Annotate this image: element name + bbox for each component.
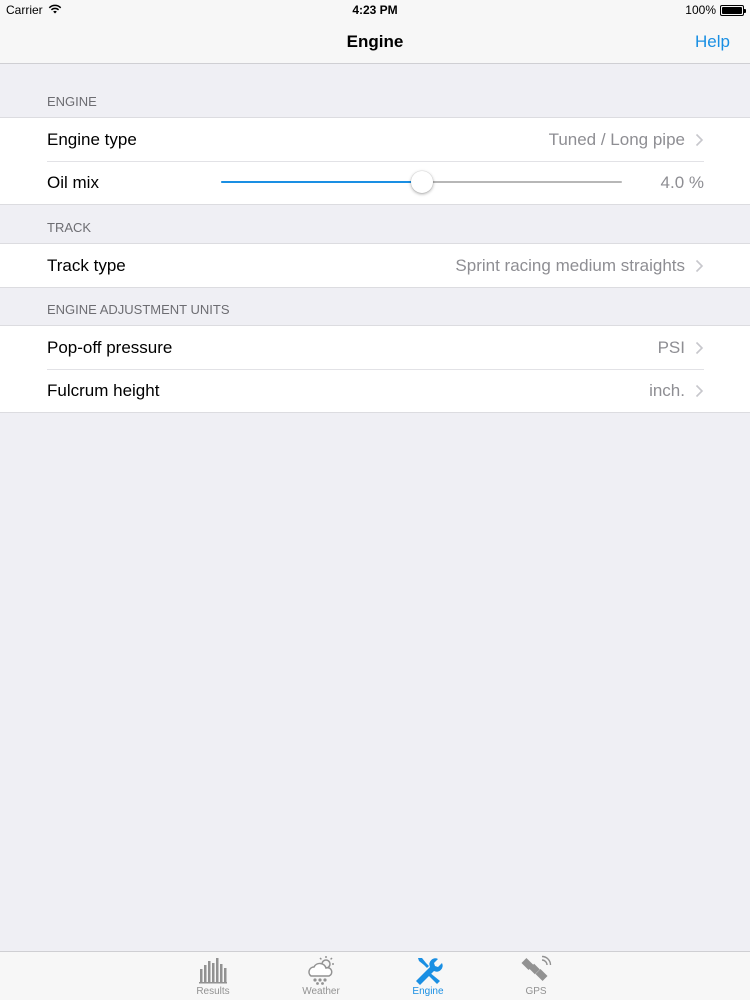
track-type-label: Track type — [47, 255, 126, 275]
tab-label: Results — [196, 986, 230, 997]
engine-group: Engine type Tuned / Long pipe Oil mix 4.… — [0, 117, 750, 205]
track-group: Track type Sprint racing medium straight… — [0, 243, 750, 288]
tab-results[interactable]: Results — [173, 955, 253, 999]
tab-gps[interactable]: GPS — [496, 955, 576, 999]
section-header-units: ENGINE ADJUSTMENT UNITS — [0, 288, 750, 325]
slider-fill — [221, 181, 422, 183]
section-header-engine: ENGINE — [0, 64, 750, 117]
tab-label: Weather — [302, 986, 340, 997]
oil-mix-value: 4.0 % — [660, 172, 704, 192]
section-header-track: TRACK — [0, 205, 750, 243]
settings-list: ENGINE Engine type Tuned / Long pipe Oil… — [0, 64, 750, 413]
track-type-row[interactable]: Track type Sprint racing medium straight… — [0, 244, 750, 287]
battery-percent: 100% — [685, 3, 716, 17]
oil-mix-slider[interactable] — [221, 168, 622, 196]
chevron-right-icon — [695, 259, 704, 273]
wrench-screwdriver-icon — [412, 955, 444, 985]
fulcrum-height-row[interactable]: Fulcrum height inch. — [0, 369, 750, 412]
track-type-value: Sprint racing medium straights — [455, 255, 685, 275]
status-bar: Carrier 4:23 PM 100% — [0, 0, 750, 20]
chevron-right-icon — [695, 133, 704, 147]
navigation-bar: Engine Help — [0, 20, 750, 64]
tab-weather[interactable]: Weather — [281, 955, 361, 999]
slider-thumb[interactable] — [410, 171, 433, 193]
tab-label: Engine — [412, 986, 444, 997]
page-title: Engine — [346, 32, 404, 51]
engine-type-row[interactable]: Engine type Tuned / Long pipe — [0, 118, 750, 161]
section-header-label: ENGINE — [47, 94, 97, 109]
pop-off-pressure-label: Pop-off pressure — [47, 337, 173, 357]
bar-chart-icon — [197, 955, 229, 985]
tab-engine[interactable]: Engine — [388, 955, 468, 999]
fulcrum-height-label: Fulcrum height — [47, 380, 160, 400]
oil-mix-row: Oil mix 4.0 % — [0, 161, 750, 204]
section-header-label: ENGINE ADJUSTMENT UNITS — [47, 302, 230, 317]
section-header-label: TRACK — [47, 220, 92, 235]
status-right: 100% — [685, 3, 746, 17]
tab-label: GPS — [525, 986, 547, 997]
pop-off-pressure-row[interactable]: Pop-off pressure PSI — [0, 326, 750, 369]
fulcrum-height-value: inch. — [649, 380, 685, 400]
status-time: 4:23 PM — [352, 3, 398, 17]
tab-bar: Results Weather Engine GPS — [0, 951, 750, 1000]
units-group: Pop-off pressure PSI Fulcrum height inch… — [0, 325, 750, 413]
engine-type-label: Engine type — [47, 129, 137, 149]
oil-mix-label: Oil mix — [47, 172, 99, 192]
satellite-icon — [520, 955, 552, 985]
chevron-right-icon — [695, 341, 704, 355]
battery-icon — [720, 4, 746, 16]
help-button[interactable]: Help — [695, 32, 730, 52]
chevron-right-icon — [695, 384, 704, 398]
engine-type-value: Tuned / Long pipe — [548, 129, 685, 149]
weather-icon — [305, 955, 337, 985]
pop-off-pressure-value: PSI — [657, 337, 685, 357]
